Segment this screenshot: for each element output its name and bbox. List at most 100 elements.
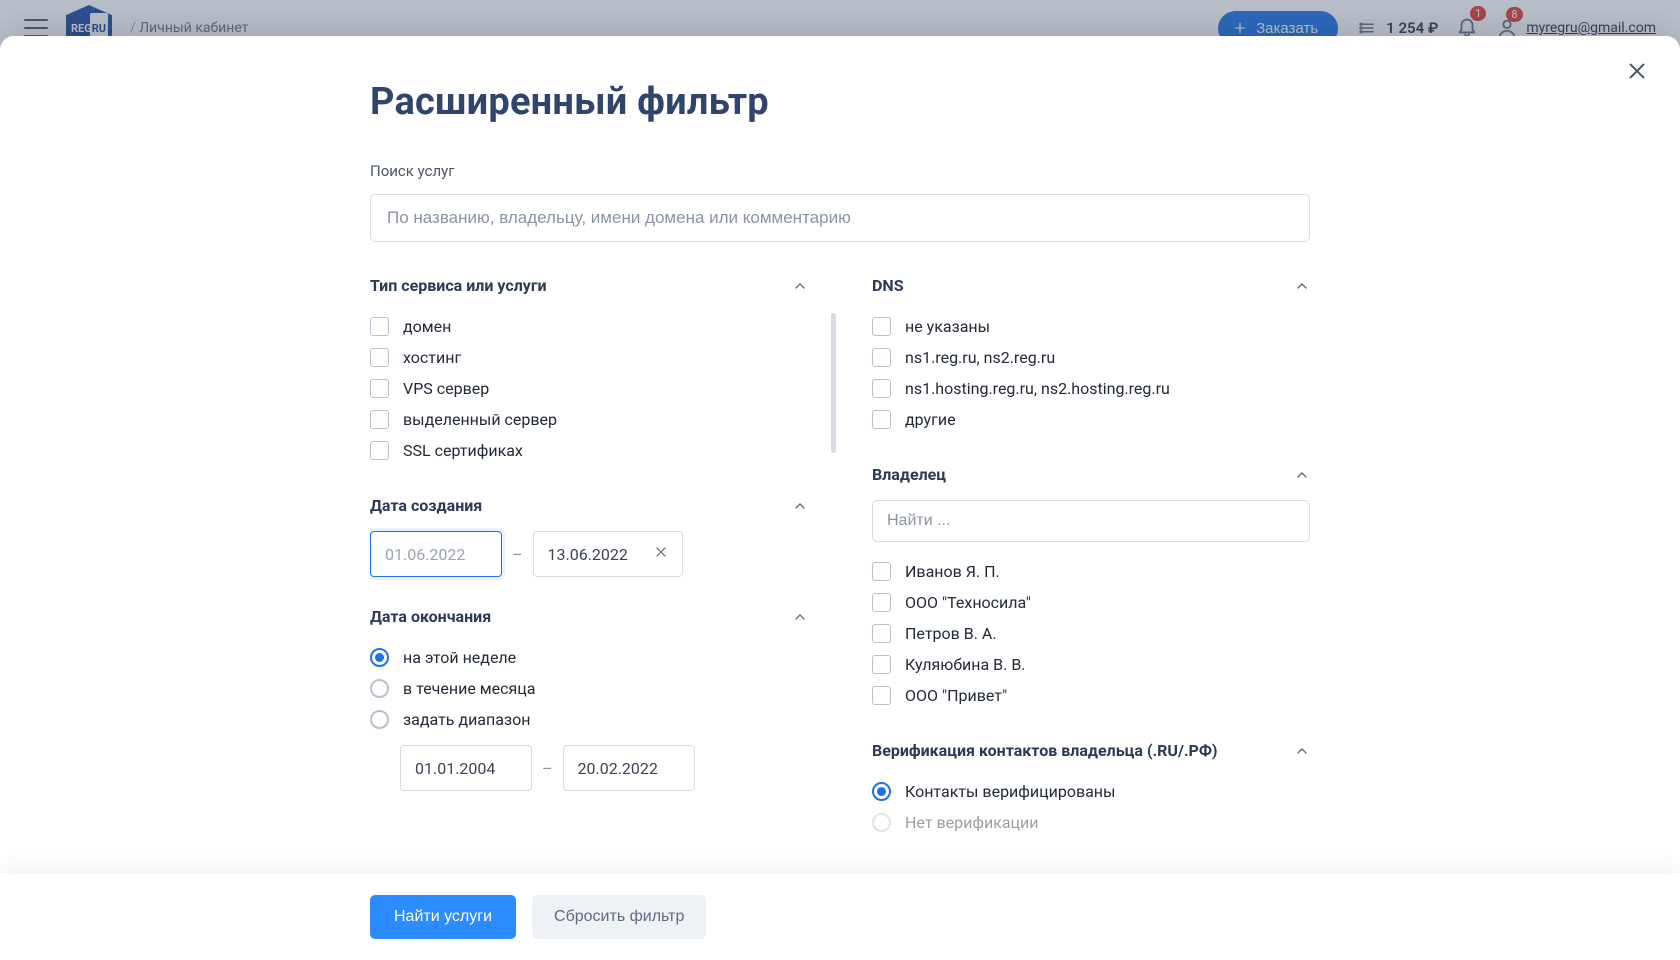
checkbox[interactable] [370,410,389,429]
chevron-up-icon [792,278,808,294]
radio[interactable] [872,813,891,832]
svc-label: домен [403,317,451,336]
section-title: DNS [872,276,904,295]
owner-label: ООО "Привет" [905,686,1007,705]
svc-option[interactable]: хостинг [370,342,808,373]
verify-option-yes[interactable]: Контакты верифицированы [872,776,1310,807]
owner-option[interactable]: Куляюбина В. В. [872,649,1310,680]
svc-option[interactable]: домен [370,311,808,342]
chevron-up-icon [1294,743,1310,759]
svc-label: VPS сервер [403,379,489,398]
svc-option[interactable]: VPS сервер [370,373,808,404]
checkbox[interactable] [872,379,891,398]
checkbox[interactable] [872,624,891,643]
filter-right-column: DNS не указаны ns1.reg.ru, ns2.reg.ru ns… [872,276,1310,838]
radio[interactable] [370,679,389,698]
apply-filter-button[interactable]: Найти услуги [370,895,516,939]
date-dash: – [542,759,553,778]
owner-label: Куляюбина В. В. [905,655,1026,674]
reset-filter-button[interactable]: Сбросить фильтр [532,895,706,939]
expiry-to-input[interactable]: 20.02.2022 [563,745,695,791]
section-head-owner[interactable]: Владелец [872,465,1310,484]
checkbox[interactable] [370,379,389,398]
filter-modal: Расширенный фильтр Поиск услуг Тип серви… [0,36,1680,960]
section-head-creation[interactable]: Дата создания [370,496,808,515]
owner-option[interactable]: Иванов Я. П. [872,556,1310,587]
date-value: 13.06.2022 [548,545,628,564]
date-dash: – [512,545,523,564]
checkbox[interactable] [872,317,891,336]
dns-label: не указаны [905,317,990,336]
checkbox[interactable] [872,655,891,674]
chevron-up-icon [1294,278,1310,294]
expiry-option-range[interactable]: задать диапазон [370,704,808,735]
radio[interactable] [872,782,891,801]
close-icon [1626,60,1648,82]
section-creation-date: Дата создания 01.06.2022 – 13.06.2022 [370,496,808,577]
search-input[interactable] [370,194,1310,242]
section-owner: Владелец Иванов Я. П. ООО "Техносила" Пе… [872,465,1310,711]
section-head-verification[interactable]: Верификация контактов владельца (.RU/.РФ… [872,741,1310,760]
radio[interactable] [370,710,389,729]
owner-search-input[interactable] [872,500,1310,542]
checkbox[interactable] [872,593,891,612]
radio-label: Контакты верифицированы [905,782,1115,801]
radio-label: задать диапазон [403,710,530,729]
dns-option[interactable]: не указаны [872,311,1310,342]
owner-option[interactable]: ООО "Привет" [872,680,1310,711]
date-placeholder: 01.06.2022 [385,545,465,564]
radio[interactable] [370,648,389,667]
owner-option[interactable]: Петров В. А. [872,618,1310,649]
dns-option[interactable]: другие [872,404,1310,435]
chevron-up-icon [792,609,808,625]
scrollbar[interactable] [831,313,836,453]
checkbox[interactable] [370,317,389,336]
section-head-expiry[interactable]: Дата окончания [370,607,808,626]
section-title: Дата создания [370,496,482,515]
dns-label: ns1.hosting.reg.ru, ns2.hosting.reg.ru [905,379,1170,398]
chevron-up-icon [792,498,808,514]
clear-date-icon[interactable] [654,545,668,563]
checkbox[interactable] [370,348,389,367]
checkbox[interactable] [872,348,891,367]
radio-label: Нет верификации [905,813,1038,832]
owner-label: Петров В. А. [905,624,997,643]
dns-label: другие [905,410,956,429]
svc-label: выделенный сервер [403,410,557,429]
svc-option[interactable]: SSL сертификах [370,435,808,466]
section-service-type: Тип сервиса или услуги домен хостинг VPS… [370,276,808,466]
checkbox[interactable] [872,562,891,581]
filter-left-column: Тип сервиса или услуги домен хостинг VPS… [370,276,808,838]
search-label: Поиск услуг [370,162,1310,180]
section-head-service-type[interactable]: Тип сервиса или услуги [370,276,808,295]
section-title: Дата окончания [370,607,491,626]
creation-from-input[interactable]: 01.06.2022 [370,531,502,577]
creation-to-input[interactable]: 13.06.2022 [533,531,683,577]
checkbox[interactable] [872,410,891,429]
radio-label: в течение месяца [403,679,535,698]
date-value: 20.02.2022 [578,759,658,778]
modal-footer: Найти услуги Сбросить фильтр [0,874,1680,960]
owner-label: Иванов Я. П. [905,562,1000,581]
checkbox[interactable] [370,441,389,460]
radio-label: на этой неделе [403,648,516,667]
section-dns: DNS не указаны ns1.reg.ru, ns2.reg.ru ns… [872,276,1310,435]
section-title: Верификация контактов владельца (.RU/.РФ… [872,741,1218,760]
svc-label: хостинг [403,348,461,367]
expiry-option-week[interactable]: на этой неделе [370,642,808,673]
dns-option[interactable]: ns1.reg.ru, ns2.reg.ru [872,342,1310,373]
expiry-option-month[interactable]: в течение месяца [370,673,808,704]
section-title: Тип сервиса или услуги [370,276,547,295]
verify-option-no[interactable]: Нет верификации [872,807,1310,838]
owner-option[interactable]: ООО "Техносила" [872,587,1310,618]
dns-label: ns1.reg.ru, ns2.reg.ru [905,348,1055,367]
owner-label: ООО "Техносила" [905,593,1031,612]
svc-option[interactable]: выделенный сервер [370,404,808,435]
section-head-dns[interactable]: DNS [872,276,1310,295]
dns-option[interactable]: ns1.hosting.reg.ru, ns2.hosting.reg.ru [872,373,1310,404]
section-expiry-date: Дата окончания на этой неделе в течение … [370,607,808,791]
checkbox[interactable] [872,686,891,705]
close-button[interactable] [1620,54,1654,88]
expiry-from-input[interactable]: 01.01.2004 [400,745,532,791]
chevron-up-icon [1294,467,1310,483]
